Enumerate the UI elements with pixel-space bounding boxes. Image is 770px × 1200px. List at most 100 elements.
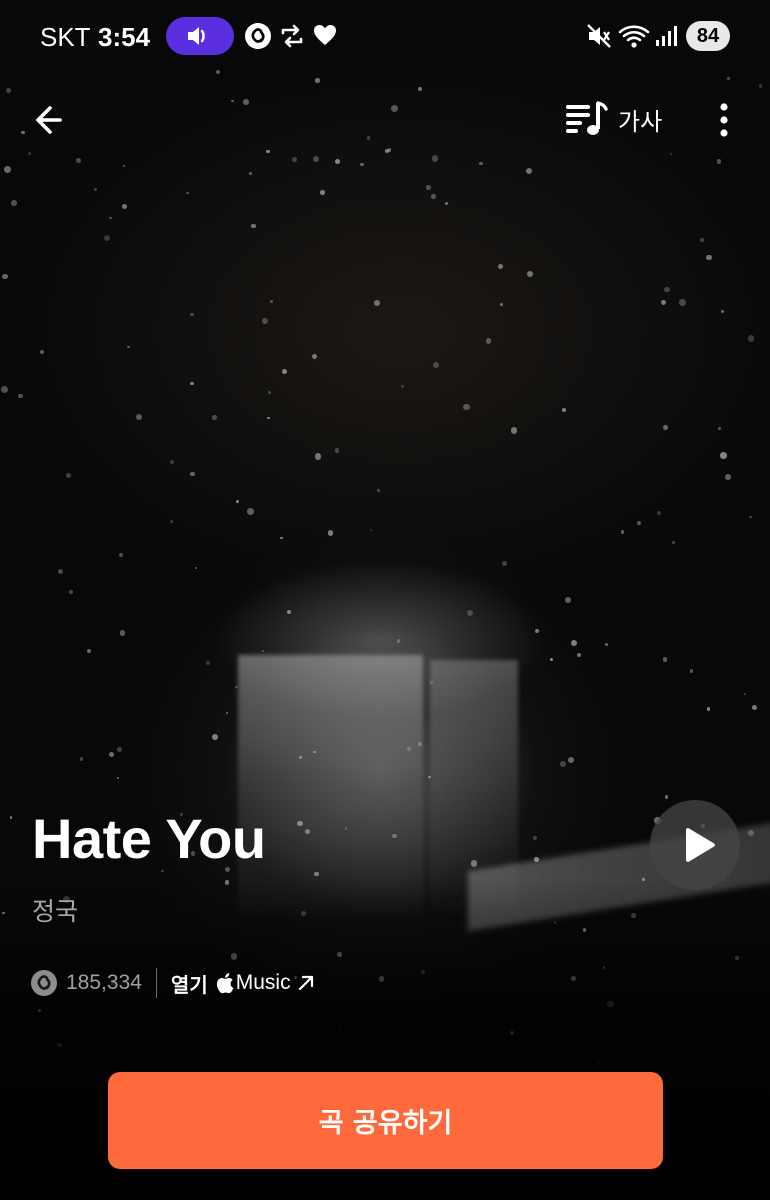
snowflake (120, 630, 126, 636)
mute-icon (587, 24, 611, 48)
snowflake (117, 777, 120, 780)
lyrics-button[interactable]: 가사 (564, 98, 662, 140)
snowflake (249, 171, 252, 175)
background-artwork (0, 0, 770, 1200)
snowflake (373, 299, 380, 306)
snowflake (637, 520, 642, 525)
snowflake (121, 203, 128, 210)
artist-name[interactable]: 정국 (32, 892, 78, 928)
repost-icon (281, 24, 303, 48)
song-title: Hate You (32, 807, 266, 870)
more-vertical-icon (720, 103, 728, 137)
share-song-button[interactable]: 곡 공유하기 (108, 1072, 663, 1169)
song-meta-row: 185,334 열기 Music (30, 966, 315, 1000)
snowflake (2, 273, 8, 280)
snowflake (108, 751, 114, 757)
status-bar: SKT 3:54 84 (0, 0, 770, 72)
snowflake (396, 639, 400, 643)
snowflake (401, 384, 405, 388)
snowflake (205, 660, 210, 665)
share-button-label: 곡 공유하기 (318, 1108, 453, 1139)
snowflake (660, 299, 667, 306)
snowflake (135, 414, 142, 421)
snowflake (190, 312, 195, 317)
music-service-label: Music (235, 971, 291, 994)
snowflake (724, 473, 732, 480)
snowflake (261, 317, 269, 325)
snowflake (18, 393, 24, 399)
snowflake (662, 424, 669, 431)
snowflake (127, 345, 130, 349)
snowflake (186, 192, 189, 195)
snowflake (5, 88, 12, 94)
play-button[interactable] (650, 800, 740, 890)
snowflake (559, 761, 566, 768)
snowflake (251, 223, 256, 229)
shazam-icon (31, 970, 57, 996)
snowflake (534, 628, 539, 633)
snowflake (246, 508, 254, 516)
snowflake (28, 151, 32, 155)
apple-logo-icon (216, 973, 234, 994)
snowflake (267, 416, 270, 420)
snowflake (499, 302, 503, 306)
snowflake (502, 561, 508, 567)
snowflake (286, 609, 291, 615)
snowflake (212, 733, 218, 740)
snowflake (462, 403, 470, 411)
snowflake (109, 217, 112, 220)
snowflake (117, 746, 123, 753)
snowflake (280, 536, 283, 540)
snowflake (314, 871, 319, 877)
snowflake (526, 168, 533, 174)
divider (155, 968, 157, 998)
snowflake (292, 157, 298, 163)
snowflake (313, 156, 320, 163)
snowflake (1, 385, 9, 393)
snowflake (497, 264, 503, 270)
snowflake (20, 130, 25, 135)
audio-pill[interactable] (166, 17, 234, 55)
snowflake (315, 78, 320, 83)
snowflake (662, 657, 668, 662)
snowflake (570, 640, 578, 647)
snowflake (564, 597, 571, 604)
arrow-left-icon (36, 106, 62, 134)
snowflake (604, 642, 608, 646)
snowflake (103, 234, 110, 241)
snowflake (320, 190, 326, 195)
back-button[interactable] (30, 100, 76, 140)
snowflake (118, 552, 124, 558)
snowflake (387, 148, 392, 153)
snowflake (225, 711, 229, 715)
more-options-button[interactable] (708, 100, 740, 140)
snowflake (417, 86, 422, 91)
snowflake (726, 77, 731, 81)
snowflake (510, 427, 518, 434)
open-apple-music-link[interactable]: 열기 Music (171, 969, 315, 998)
snowflake (3, 165, 11, 173)
snowflake (716, 159, 722, 164)
lyrics-icon (566, 101, 608, 135)
snowflake (432, 361, 440, 369)
carrier-label: SKT (40, 22, 91, 52)
snowflake (718, 426, 722, 430)
snowflake (532, 835, 537, 840)
snowflake (370, 528, 373, 531)
snowflake (444, 201, 449, 206)
snowflake (426, 185, 431, 190)
snowflake (758, 84, 763, 88)
snowflake (312, 354, 318, 360)
snowflake (526, 271, 533, 278)
snowflake (620, 530, 625, 534)
snowflake (747, 334, 755, 342)
clock: 3:54 (98, 22, 151, 52)
speaker-icon (188, 27, 205, 45)
snowflake (87, 649, 92, 654)
snowflake (360, 162, 364, 166)
shazam-count: 185,334 (66, 971, 142, 994)
snowflake (297, 820, 303, 826)
shazam-icon (245, 23, 271, 49)
snowflake (195, 566, 198, 569)
open-label: 열기 (170, 972, 208, 997)
